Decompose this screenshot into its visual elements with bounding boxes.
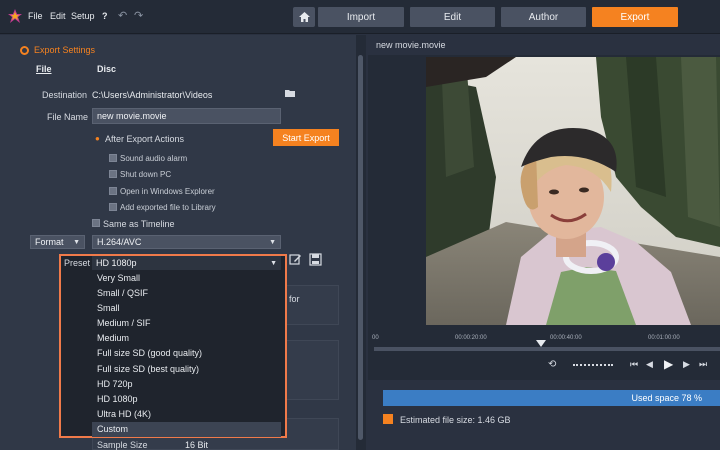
after-export-label: After Export Actions [105,134,185,144]
preset-option[interactable]: Ultra HD (4K) [92,407,281,422]
go-to-start-icon[interactable]: ⏮ [630,359,638,370]
chevron-down-icon: ▼ [269,238,276,246]
preset-option[interactable]: HD 1080p [92,392,281,407]
format-dropdown[interactable]: Format ▼ [30,235,85,249]
file-size-swatch [383,414,393,424]
used-space-text: Used space 78 % [631,393,702,403]
codec-value: H.264/AVC [97,237,142,247]
preset-option[interactable]: Small [92,301,281,316]
preset-options-list: Very Small Small / QSIF Small Medium / S… [92,271,281,438]
used-space-bar: Used space 78 % [383,390,720,406]
gear-icon [20,45,29,55]
tab-author[interactable]: Author [501,7,586,27]
home-icon [298,12,310,22]
add-library-label: Add exported file to Library [120,203,216,212]
timeline-scrubber[interactable] [374,347,720,351]
preset-option-custom[interactable]: Custom [92,421,281,438]
preset-option[interactable]: Medium / SIF [92,316,281,331]
undo-icon[interactable]: ↶ [118,9,127,22]
start-export-button[interactable]: Start Export [273,129,339,146]
timeline-tick-label: 00:00:20:00 [455,335,487,341]
menu-setup[interactable]: Setup [71,11,95,21]
scrollbar-thumb[interactable] [358,55,363,440]
preset-value: HD 1080p [96,258,137,268]
preset-label: Preset [64,258,91,268]
preset-option[interactable]: Full size SD (good quality) [92,346,281,361]
preset-option[interactable]: HD 720p [92,377,281,392]
filename-input[interactable]: new movie.movie [92,108,281,124]
preset-dropdown[interactable]: HD 1080p ▼ [92,256,281,270]
help-icon[interactable]: ? [102,11,108,21]
sample-size-label: Sample Size [97,440,148,450]
estimated-file-size: Estimated file size: 1.46 GB [400,415,511,425]
folder-icon[interactable] [285,89,295,97]
step-back-icon[interactable]: ◀ [646,359,653,370]
format-label: Format [35,237,64,247]
shutdown-label: Shut down PC [120,170,172,179]
open-explorer-label: Open in Windows Explorer [120,187,215,196]
tab-export[interactable]: Export [592,7,678,27]
step-forward-icon[interactable]: ▶ [683,359,690,370]
redo-icon[interactable]: ↷ [134,9,143,22]
truncated-text: for [289,294,300,304]
menu-file[interactable]: File [28,11,43,21]
checkbox-shutdown[interactable] [109,170,117,178]
timeline-tick-label: 00:00:40:00 [550,335,582,341]
checkbox-sound-alarm[interactable] [109,154,117,162]
menu-edit[interactable]: Edit [50,11,66,21]
checkbox-open-explorer[interactable] [109,187,117,195]
destination-path: C:\Users\Administrator\Videos [92,90,213,100]
tab-import[interactable]: Import [318,7,404,27]
jog-slider[interactable] [573,364,613,366]
preset-option[interactable]: Full size SD (best quality) [92,362,281,377]
play-icon[interactable]: ▶ [664,357,673,371]
loop-icon[interactable]: ⟲ [548,359,556,370]
checkbox-same-as-timeline[interactable] [92,219,100,227]
export-settings-header: Export Settings [20,45,95,55]
preset-option[interactable]: Small / QSIF [92,286,281,301]
home-button[interactable] [293,7,315,27]
chevron-down-icon: ▼ [73,238,80,246]
go-to-end-icon[interactable]: ⏭ [699,359,707,370]
bullet-icon: ● [95,134,100,143]
top-bar: File Edit Setup ? ↶ ↷ Import Edit Author… [0,0,720,34]
timeline-tick-label: 00:01:00:00 [648,335,680,341]
destination-label: Destination [42,90,88,100]
subtab-file[interactable]: File [36,64,52,74]
chevron-down-icon: ▼ [270,259,277,267]
video-preview-image [426,57,720,325]
checkbox-add-library[interactable] [109,203,117,211]
preview-timeline[interactable]: 00 00:00:20:00 00:00:40:00 00:01:00:00 ⟲… [368,325,720,380]
preset-option[interactable]: Medium [92,331,281,346]
same-as-timeline-label: Same as Timeline [103,219,175,229]
timeline-tick-label: 00 [372,335,379,341]
codec-dropdown[interactable]: H.264/AVC ▼ [92,235,281,249]
sound-alarm-label: Sound audio alarm [120,154,188,163]
filename-label: File Name [47,112,89,122]
export-settings-title: Export Settings [34,45,96,55]
preview-title: new movie.movie [376,40,446,50]
preset-option[interactable]: Very Small [92,271,281,286]
tab-edit[interactable]: Edit [410,7,495,27]
sample-size-value: 16 Bit [185,440,209,450]
preview-title-bar: new movie.movie [368,35,720,55]
subtab-disc[interactable]: Disc [97,64,116,74]
playhead-icon[interactable] [536,340,546,347]
save-preset-icon[interactable] [309,253,322,266]
app-logo-icon [8,9,22,23]
edit-preset-icon[interactable] [289,253,302,266]
